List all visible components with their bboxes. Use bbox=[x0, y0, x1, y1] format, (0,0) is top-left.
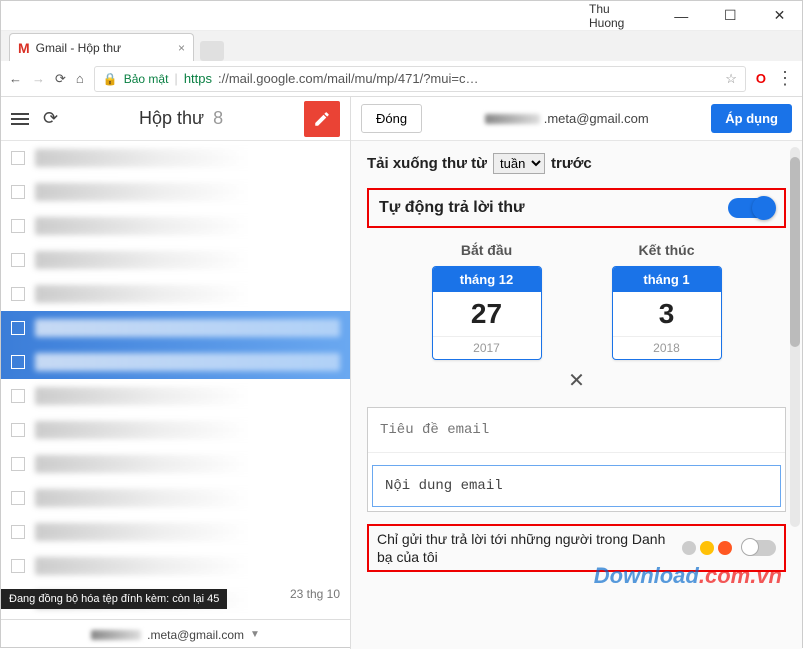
contacts-only-highlight: Chỉ gửi thư trả lời tới những người tron… bbox=[367, 524, 786, 572]
end-date-label: Kết thúc bbox=[612, 242, 722, 258]
address-bar[interactable]: 🔒 Bảo mật | https://mail.google.com/mail… bbox=[94, 66, 746, 92]
mail-row[interactable] bbox=[1, 141, 350, 175]
subject-input[interactable] bbox=[368, 408, 785, 453]
browser-toolbar: ← → ⟳ ⌂ 🔒 Bảo mật | https://mail.google.… bbox=[1, 61, 802, 97]
lock-icon: 🔒 bbox=[103, 72, 118, 86]
forward-button[interactable]: → bbox=[32, 71, 45, 86]
scrollbar[interactable] bbox=[790, 147, 800, 527]
mail-row[interactable] bbox=[1, 277, 350, 311]
mail-row[interactable] bbox=[1, 379, 350, 413]
end-date-card[interactable]: tháng 1 3 2018 bbox=[612, 266, 722, 360]
start-month: tháng 12 bbox=[433, 267, 541, 292]
settings-account: .meta@gmail.com bbox=[432, 111, 701, 126]
app-main: ⟳ Hộp thư 8 23 thg 10 bbox=[1, 97, 802, 649]
mail-panel: ⟳ Hộp thư 8 23 thg 10 bbox=[1, 97, 351, 649]
mail-row[interactable] bbox=[1, 447, 350, 481]
window-minimize-button[interactable]: — bbox=[667, 8, 696, 24]
start-date-col: Bắt đầu tháng 12 27 2017 bbox=[432, 242, 542, 360]
date-range: Bắt đầu tháng 12 27 2017 Kết thúc tháng … bbox=[367, 242, 786, 360]
window-titlebar: Thu Huong — ☐ ✕ bbox=[1, 1, 802, 31]
account-footer[interactable]: .meta@gmail.com ▼ bbox=[1, 619, 350, 649]
url-scheme: https bbox=[184, 71, 212, 86]
settings-panel: Đóng .meta@gmail.com Áp dụng Tải xuống t… bbox=[351, 97, 802, 649]
opera-icon[interactable]: O bbox=[756, 71, 766, 86]
mail-header: ⟳ Hộp thư 8 bbox=[1, 97, 350, 141]
mail-row[interactable] bbox=[1, 413, 350, 447]
clear-end-date-button[interactable]: ✕ bbox=[367, 368, 786, 393]
sync-status: Đang đồng bộ hóa tệp đính kèm: còn lại 4… bbox=[1, 589, 227, 609]
secure-label: Bảo mật bbox=[124, 72, 169, 86]
mail-row-selected[interactable] bbox=[1, 345, 350, 379]
account-suffix: .meta@gmail.com bbox=[147, 628, 244, 642]
close-button[interactable]: Đóng bbox=[361, 104, 422, 133]
window-maximize-button[interactable]: ☐ bbox=[716, 7, 745, 24]
mail-row[interactable] bbox=[1, 175, 350, 209]
window-close-button[interactable]: ✕ bbox=[765, 7, 794, 24]
start-year: 2017 bbox=[433, 336, 541, 359]
back-button[interactable]: ← bbox=[9, 71, 22, 86]
mail-list[interactable]: 23 thg 10 bbox=[1, 141, 350, 619]
autoreply-form bbox=[367, 407, 786, 512]
browser-tabstrip: M Gmail - Hộp thư × bbox=[1, 31, 802, 61]
mail-row[interactable] bbox=[1, 209, 350, 243]
mail-row[interactable] bbox=[1, 549, 350, 583]
browser-menu-button[interactable]: ⋮ bbox=[776, 68, 794, 89]
download-suffix: trước bbox=[551, 155, 592, 172]
account-name-blur bbox=[91, 630, 141, 640]
browser-tab[interactable]: M Gmail - Hộp thư × bbox=[9, 33, 194, 61]
end-date-col: Kết thúc tháng 1 3 2018 bbox=[612, 242, 722, 360]
new-tab-button[interactable] bbox=[200, 41, 224, 61]
autoreply-highlight: Tự động trả lời thư bbox=[367, 188, 786, 228]
menu-icon[interactable] bbox=[11, 113, 29, 125]
end-year: 2018 bbox=[613, 336, 721, 359]
mail-timestamp: 23 thg 10 bbox=[290, 587, 340, 601]
contacts-only-toggle[interactable] bbox=[742, 540, 776, 556]
end-day: 3 bbox=[613, 292, 721, 336]
gmail-icon: M bbox=[18, 40, 30, 56]
reload-button[interactable]: ⟳ bbox=[55, 71, 66, 87]
download-period-select[interactable]: tuần bbox=[493, 153, 545, 174]
refresh-icon[interactable]: ⟳ bbox=[43, 108, 58, 129]
home-button[interactable]: ⌂ bbox=[76, 71, 84, 86]
download-prefix: Tải xuống thư từ bbox=[367, 155, 487, 172]
url-path: ://mail.google.com/mail/mu/mp/471/?mui=c… bbox=[218, 71, 478, 86]
end-month: tháng 1 bbox=[613, 267, 721, 292]
body-input[interactable] bbox=[372, 465, 781, 507]
chevron-down-icon: ▼ bbox=[250, 629, 260, 640]
start-date-card[interactable]: tháng 12 27 2017 bbox=[432, 266, 542, 360]
tab-close-button[interactable]: × bbox=[178, 41, 185, 55]
contacts-only-label: Chỉ gửi thư trả lời tới những người tron… bbox=[377, 530, 672, 566]
autoreply-label: Tự động trả lời thư bbox=[379, 199, 525, 217]
autoreply-toggle[interactable] bbox=[728, 198, 774, 218]
mail-row[interactable] bbox=[1, 481, 350, 515]
settings-header: Đóng .meta@gmail.com Áp dụng bbox=[351, 97, 802, 141]
download-mail-row: Tải xuống thư từ tuần trước bbox=[367, 153, 786, 174]
bookmark-star-icon[interactable]: ☆ bbox=[725, 71, 737, 87]
mail-row[interactable] bbox=[1, 243, 350, 277]
tab-title: Gmail - Hộp thư bbox=[36, 41, 121, 55]
start-day: 27 bbox=[433, 292, 541, 336]
compose-button[interactable] bbox=[304, 101, 340, 137]
inbox-label: Hộp thư bbox=[139, 108, 204, 128]
window-user: Thu Huong bbox=[589, 2, 647, 30]
inbox-count: 8 bbox=[213, 108, 223, 128]
mail-row-selected[interactable] bbox=[1, 311, 350, 345]
settings-body: Tải xuống thư từ tuần trước Tự động trả … bbox=[351, 141, 802, 649]
mail-row[interactable] bbox=[1, 515, 350, 549]
apply-button[interactable]: Áp dụng bbox=[711, 104, 792, 133]
inbox-title: Hộp thư 8 bbox=[72, 108, 290, 129]
color-dots bbox=[682, 541, 732, 555]
start-date-label: Bắt đầu bbox=[432, 242, 542, 258]
